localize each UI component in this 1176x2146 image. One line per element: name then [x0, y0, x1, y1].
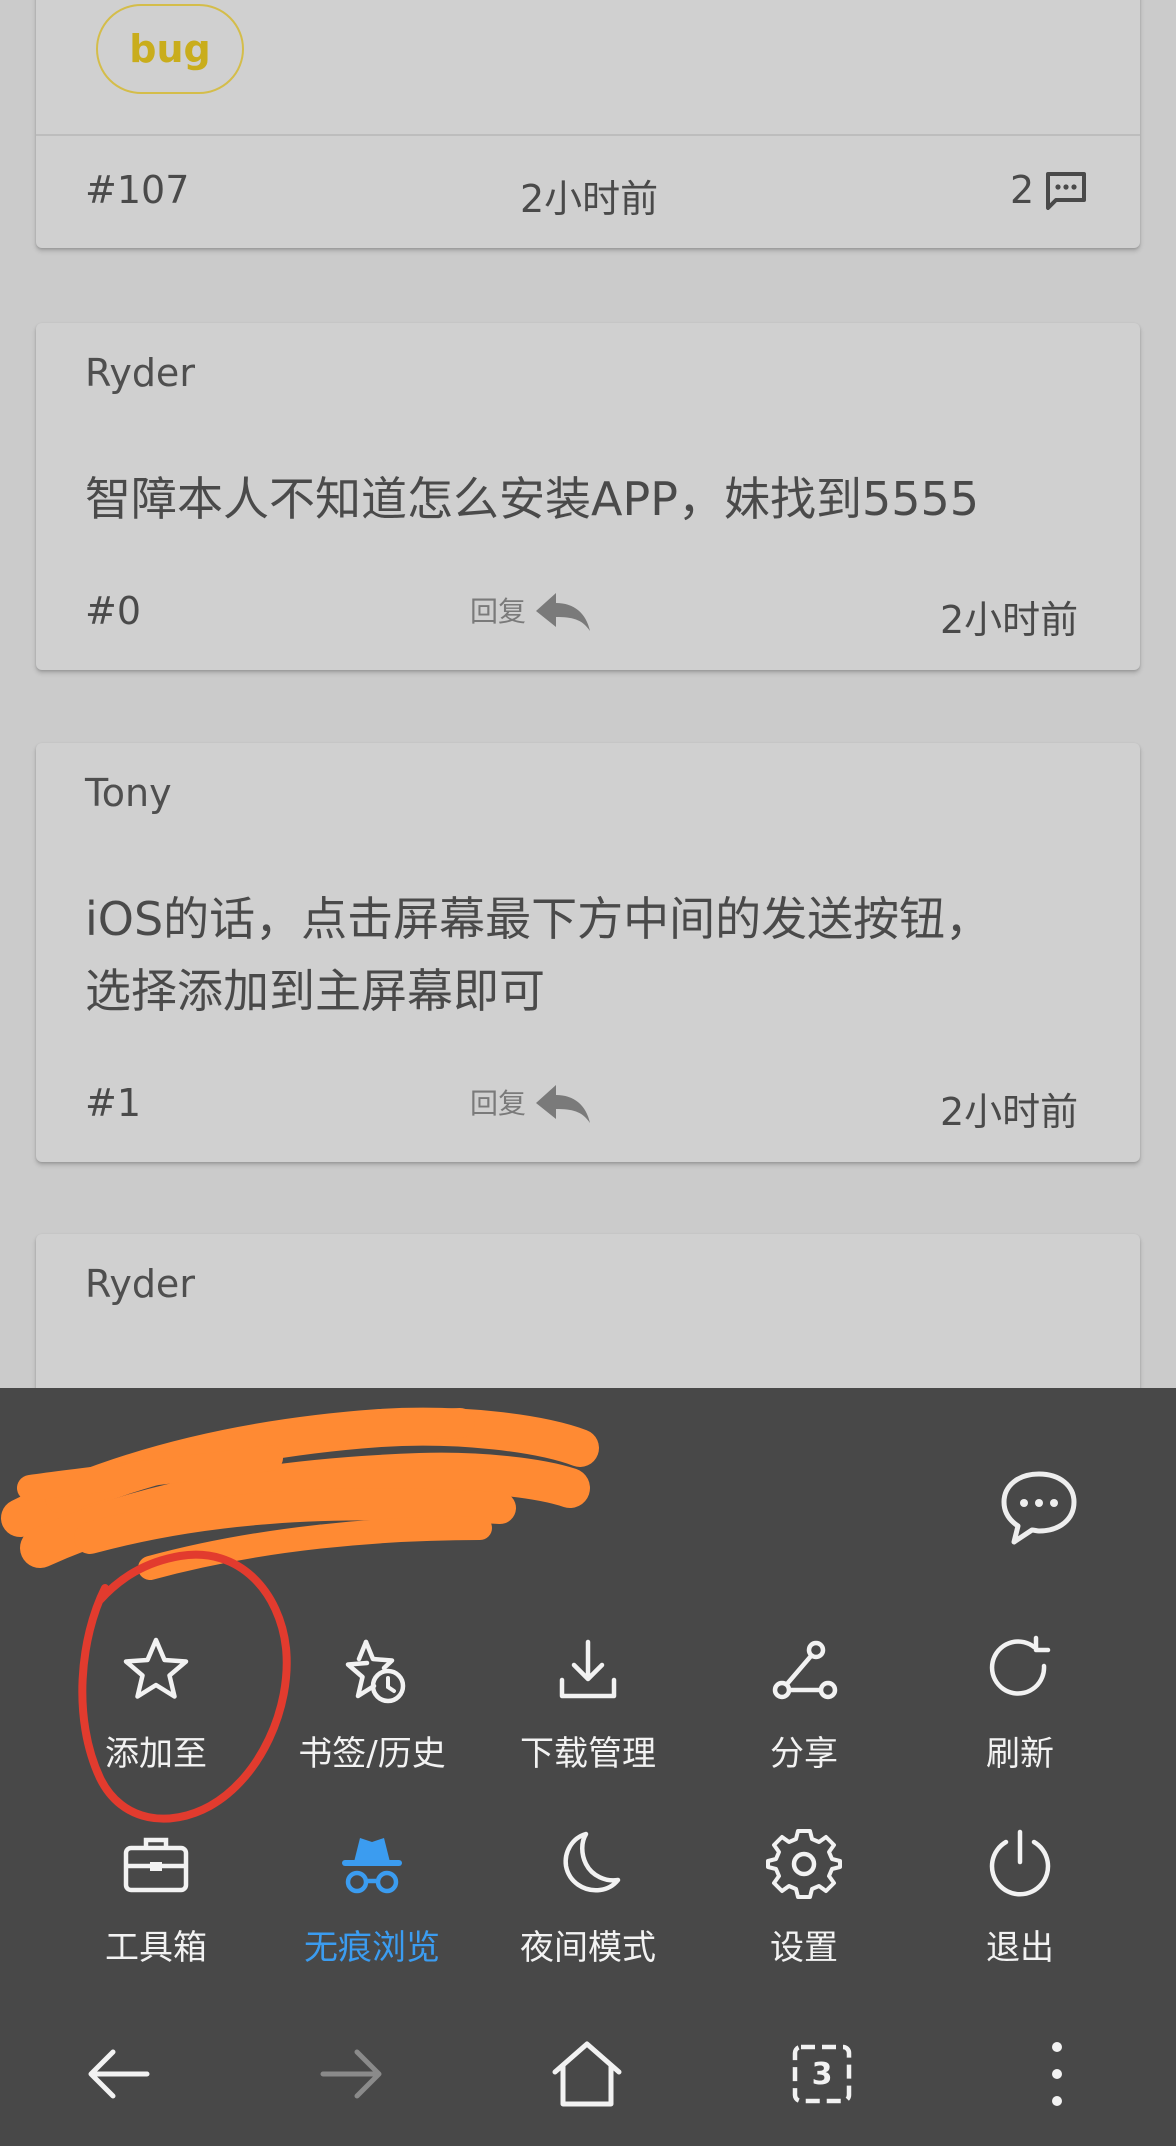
- menu-toolbox[interactable]: 工具箱: [48, 1824, 264, 1994]
- back-button[interactable]: [63, 2019, 173, 2129]
- menu-night-mode[interactable]: 夜间模式: [480, 1824, 696, 1994]
- comment-icon: [1046, 172, 1087, 210]
- menu-label: 分享: [770, 1734, 838, 1774]
- comment-card: Ryder 智障本人不知道怎么安装APP，妹找到5555 #0 回复 2小时前: [36, 323, 1140, 670]
- comment-author[interactable]: Ryder: [85, 351, 195, 395]
- moon-icon: [563, 1831, 621, 1893]
- comment-time: 2小时前: [940, 598, 1079, 642]
- menu-exit[interactable]: 退出: [912, 1824, 1128, 1994]
- menu-incognito[interactable]: 无痕浏览: [264, 1824, 480, 1994]
- gear-icon: [766, 1829, 842, 1899]
- issue-time: 2小时前: [520, 177, 659, 221]
- menu-label: 书签/历史: [298, 1734, 446, 1774]
- comment-number: #0: [85, 589, 142, 633]
- comment-author[interactable]: Tony: [85, 771, 172, 815]
- comment-author[interactable]: Ryder: [85, 1262, 195, 1306]
- comment-count-value: 2: [1010, 168, 1035, 212]
- tab-count: 3: [811, 2056, 833, 2092]
- menu-settings[interactable]: 设置: [696, 1824, 912, 1994]
- comment-text: iOS的话，点击屏幕最下方中间的发送按钮， 选择添加到主屏幕即可: [85, 883, 1105, 1027]
- share-icon: [772, 1640, 838, 1700]
- chat-button[interactable]: [994, 1462, 1084, 1552]
- comment-time: 2小时前: [940, 1090, 1079, 1134]
- issue-number: #107: [85, 168, 190, 212]
- home-button[interactable]: [532, 2019, 642, 2129]
- more-button[interactable]: [1002, 2019, 1112, 2129]
- comment-number: #1: [85, 1081, 142, 1125]
- comment-text: 智障本人不知道怎么安装APP，妹找到5555: [85, 463, 1105, 535]
- reply-icon: [536, 593, 591, 631]
- home-icon: [552, 2041, 622, 2107]
- browser-menu-sheet: 添加至 书签/历史 下载管理 分享 刷新 工具箱 无痕浏览 夜间模式 设置 退出…: [0, 1388, 1176, 2146]
- menu-label: 刷新: [986, 1734, 1054, 1774]
- menu-label: 工具箱: [105, 1928, 207, 1968]
- menu-label: 退出: [986, 1928, 1054, 1968]
- comment-line: iOS的话，点击屏幕最下方中间的发送按钮，: [85, 892, 992, 946]
- comment-card: Tony iOS的话，点击屏幕最下方中间的发送按钮， 选择添加到主屏幕即可 #1…: [36, 743, 1140, 1162]
- more-vertical-icon: [1052, 2042, 1062, 2106]
- incognito-icon: [342, 1838, 402, 1894]
- menu-refresh[interactable]: 刷新: [912, 1630, 1128, 1800]
- issue-card: bug #107 2小时前 2: [36, 0, 1140, 248]
- menu-label: 下载管理: [520, 1734, 656, 1774]
- reply-icon: [536, 1085, 591, 1123]
- forward-button[interactable]: [297, 2019, 407, 2129]
- arrow-left-icon: [88, 2049, 150, 2099]
- bug-tag[interactable]: bug: [96, 4, 244, 94]
- reply-label: 回复: [470, 1087, 527, 1120]
- chat-bubble-icon: [1001, 1471, 1077, 1545]
- comment-count[interactable]: 2: [1010, 168, 1088, 212]
- menu-label: 夜间模式: [520, 1928, 656, 1968]
- download-icon: [559, 1639, 617, 1699]
- divider: [36, 134, 1140, 136]
- menu-downloads[interactable]: 下载管理: [480, 1630, 696, 1800]
- reply-label: 回复: [470, 595, 527, 628]
- reply-button[interactable]: 回复: [470, 587, 592, 633]
- menu-share[interactable]: 分享: [696, 1630, 912, 1800]
- comment-line: 智障本人不知道怎么安装APP，妹找到5555: [85, 472, 980, 526]
- menu-label: 设置: [770, 1928, 838, 1968]
- comment-line: 选择添加到主屏幕即可: [85, 964, 545, 1018]
- refresh-icon: [989, 1635, 1051, 1696]
- tabs-button[interactable]: 3: [767, 2019, 877, 2129]
- arrow-right-icon: [320, 2049, 382, 2099]
- bookmark-history-icon: [345, 1639, 406, 1704]
- annotation-circle: [78, 1550, 291, 1823]
- menu-label: 无痕浏览: [304, 1928, 440, 1968]
- power-icon: [989, 1829, 1051, 1897]
- reply-button[interactable]: 回复: [470, 1079, 592, 1125]
